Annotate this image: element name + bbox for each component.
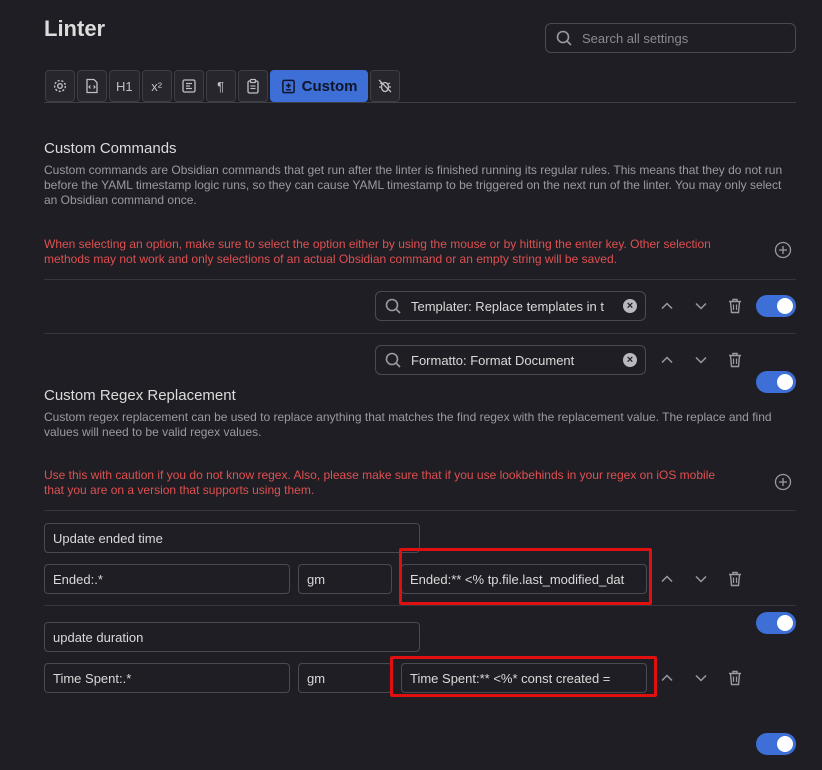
command-value: Templater: Replace templates in t (411, 298, 604, 314)
divider (44, 510, 796, 511)
regex-replace-input[interactable]: Ended:** <% tp.file.last_modified_dat (401, 564, 647, 594)
regex-find-input[interactable]: Ended:.* (44, 564, 290, 594)
toggle-knob (777, 615, 793, 631)
regex-flags-input[interactable]: gm (298, 663, 392, 693)
tab-divider (44, 102, 796, 103)
pilcrow-icon: ¶ (217, 78, 225, 94)
regex-toggle[interactable] (756, 612, 796, 634)
superscript-icon: x² (151, 78, 163, 94)
tab-general[interactable] (45, 70, 75, 102)
tab-custom[interactable]: Custom (269, 70, 369, 102)
file-code-icon (86, 78, 98, 94)
custom-commands-warning: When selecting an option, make sure to s… (44, 237, 711, 266)
command-input[interactable]: Templater: Replace templates in t × (375, 291, 646, 321)
tab-debug[interactable] (370, 70, 401, 102)
tab-spacing[interactable]: ¶ (205, 70, 236, 102)
move-down-button[interactable] (691, 296, 711, 316)
search-icon (385, 298, 401, 314)
regex-find-input[interactable]: Time Spent:.* (44, 663, 290, 693)
clipboard-icon (246, 78, 259, 94)
custom-commands-description: Custom commands are Obsidian commands th… (44, 163, 783, 207)
regex-replace-input[interactable]: Time Spent:** <%* const created = (401, 663, 647, 693)
search-icon (556, 30, 572, 46)
tab-bar: H1 x² ¶ Custom (45, 70, 401, 102)
toggle-knob (777, 374, 793, 390)
custom-regex-description: Custom regex replacement can be used to … (44, 410, 772, 439)
delete-button[interactable] (725, 296, 745, 316)
move-up-button[interactable] (657, 668, 677, 688)
align-icon (181, 79, 196, 93)
move-up-button[interactable] (657, 569, 677, 589)
tab-paste[interactable] (237, 70, 268, 102)
move-down-button[interactable] (691, 668, 711, 688)
add-command-button[interactable] (774, 241, 792, 259)
gear-icon (53, 79, 67, 93)
delete-button[interactable] (725, 569, 745, 589)
clear-icon[interactable]: × (623, 299, 637, 313)
divider (44, 333, 796, 334)
bug-icon (379, 79, 392, 93)
toggle-knob (777, 298, 793, 314)
command-toggle[interactable] (756, 371, 796, 393)
custom-icon (281, 79, 295, 93)
regex-label-input[interactable]: Update ended time (44, 523, 420, 553)
search-input[interactable] (582, 30, 772, 46)
delete-button[interactable] (725, 350, 745, 370)
tab-custom-label: Custom (301, 77, 358, 95)
divider (44, 605, 796, 606)
heading-icon: H1 (116, 78, 133, 94)
move-up-button[interactable] (657, 350, 677, 370)
move-down-button[interactable] (691, 350, 711, 370)
command-value: Formatto: Format Document (411, 352, 575, 368)
search-settings[interactable] (545, 23, 796, 53)
regex-flags-input[interactable]: gm (298, 564, 392, 594)
regex-label-input[interactable]: update duration (44, 622, 420, 652)
add-regex-button[interactable] (774, 473, 792, 491)
tab-yaml[interactable] (77, 70, 107, 102)
custom-commands-heading: Custom Commands (44, 140, 177, 157)
regex-toggle[interactable] (756, 733, 796, 755)
command-input[interactable]: Formatto: Format Document × (375, 345, 646, 375)
tab-footnote[interactable]: x² (141, 70, 172, 102)
move-down-button[interactable] (691, 569, 711, 589)
command-toggle[interactable] (756, 295, 796, 317)
delete-button[interactable] (725, 668, 745, 688)
custom-regex-heading: Custom Regex Replacement (44, 387, 236, 404)
search-icon (385, 352, 401, 368)
tab-heading[interactable]: H1 (109, 70, 140, 102)
tab-content[interactable] (173, 70, 204, 102)
clear-icon[interactable]: × (623, 353, 637, 367)
divider (44, 279, 796, 280)
page-title: Linter (44, 16, 106, 41)
toggle-knob (777, 736, 793, 752)
custom-regex-warning: Use this with caution if you do not know… (44, 468, 716, 497)
move-up-button[interactable] (657, 296, 677, 316)
